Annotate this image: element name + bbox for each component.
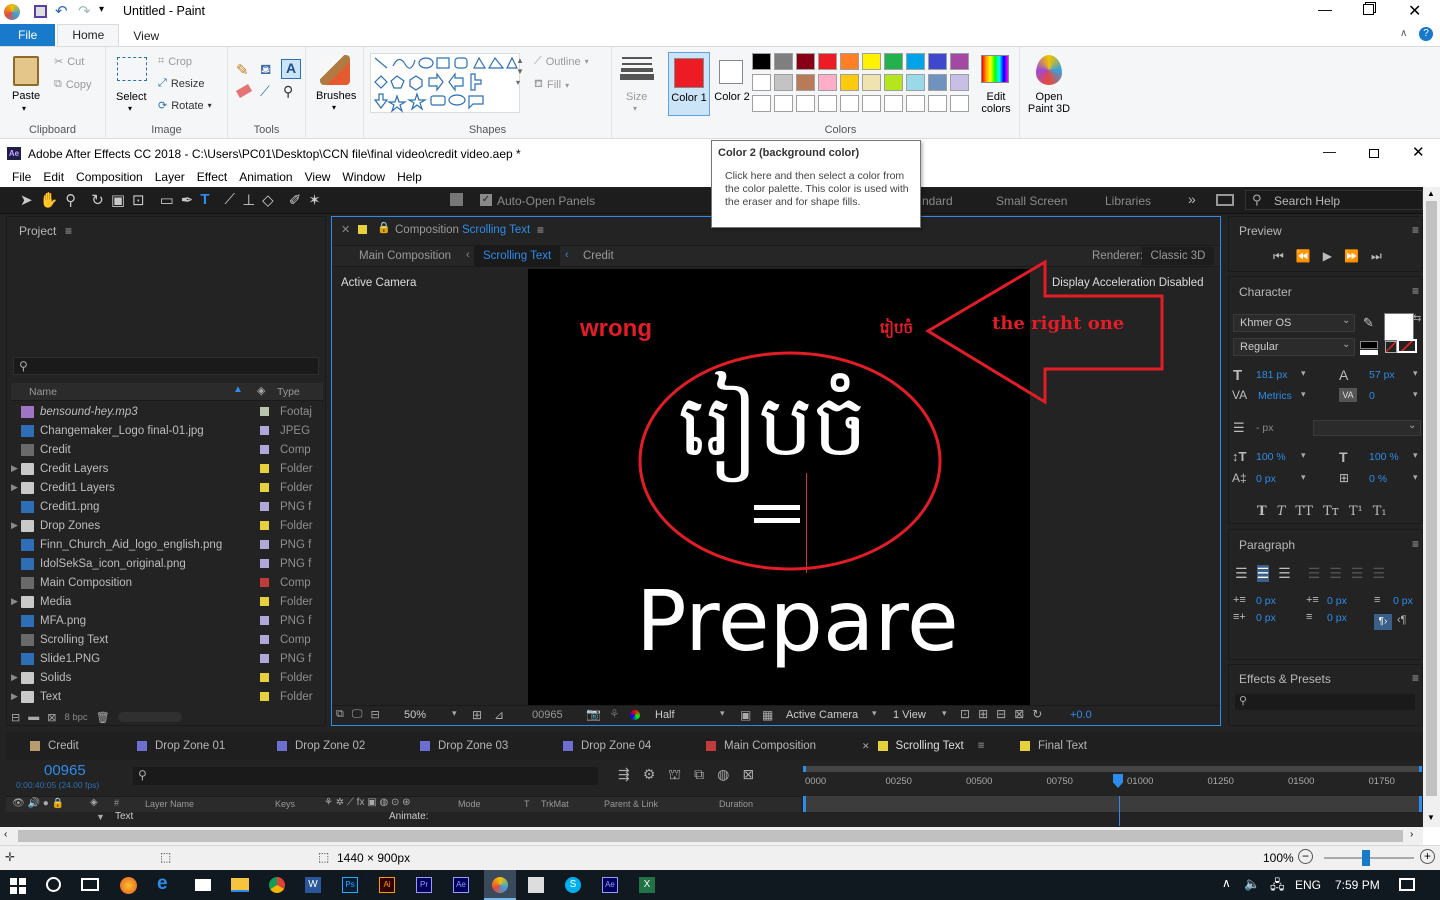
notifications-icon[interactable] bbox=[1399, 878, 1415, 891]
excel-icon[interactable]: X bbox=[639, 877, 655, 893]
timeline-tab-label: Drop Zone 01 bbox=[155, 740, 226, 752]
paint-taskbar-glyph bbox=[492, 877, 508, 893]
premiere-icon[interactable]: Pr bbox=[416, 877, 432, 893]
timeline-tab-label: Drop Zone 02 bbox=[295, 740, 366, 752]
timeline-tab[interactable]: Drop Zone 02 bbox=[277, 738, 365, 754]
timeline-tab-label: Main Composition bbox=[724, 740, 817, 752]
timeline-tab[interactable]: Drop Zone 01 bbox=[137, 738, 225, 754]
task-view-icon[interactable] bbox=[81, 878, 99, 891]
skype-icon[interactable]: S bbox=[565, 877, 581, 893]
tray-chevron-icon[interactable]: ∧ bbox=[1222, 876, 1231, 890]
tab-label-color bbox=[137, 741, 147, 751]
windows-taskbar: e W Ps Ai Pr Ae S Ae X ∧ 🔈 🖧 ENG 7:59 PM bbox=[0, 870, 1440, 900]
volume-icon[interactable]: 🔈 bbox=[1244, 876, 1260, 892]
tab-close-icon[interactable]: ✕ bbox=[862, 741, 870, 752]
timeline-tab-label: Scrolling Text bbox=[895, 740, 964, 752]
tab-menu-icon[interactable]: ≡ bbox=[978, 740, 985, 752]
chrome-icon[interactable] bbox=[269, 877, 285, 893]
tab-label-color bbox=[30, 741, 40, 751]
network-app-icon[interactable] bbox=[528, 877, 544, 893]
mail-icon[interactable] bbox=[195, 879, 211, 891]
tab-label-color bbox=[877, 741, 888, 751]
tab-label-color bbox=[420, 741, 430, 751]
cursor-position-icon: ✛ bbox=[5, 850, 16, 864]
after-effects-icon[interactable]: Ae bbox=[453, 877, 469, 893]
tab-label-color bbox=[1020, 741, 1030, 751]
timeline-tab-label: Credit bbox=[48, 740, 79, 752]
photoshop-icon[interactable]: Ps bbox=[342, 877, 358, 893]
timeline-tab-label: Drop Zone 04 bbox=[581, 740, 652, 752]
timeline-tab[interactable]: Final Text bbox=[1020, 738, 1087, 754]
timeline-tab[interactable]: ✕ Scrolling Text ≡ bbox=[862, 738, 985, 754]
cortana-icon[interactable] bbox=[46, 877, 61, 892]
zoom-level-label: 100% bbox=[1263, 851, 1294, 865]
zoom-in-icon[interactable]: + bbox=[1420, 849, 1435, 864]
word-icon[interactable]: W bbox=[305, 877, 321, 893]
timeline-tab[interactable]: Main Composition bbox=[706, 738, 816, 754]
after-effects-active-icon[interactable]: Ae bbox=[602, 877, 618, 893]
timeline-tab[interactable]: Drop Zone 03 bbox=[420, 738, 508, 754]
start-icon[interactable] bbox=[10, 878, 26, 894]
tab-label-color bbox=[706, 741, 716, 751]
tab-label-color bbox=[563, 741, 573, 751]
timeline-tab[interactable]: Credit bbox=[30, 738, 79, 754]
zoom-slider-thumb[interactable] bbox=[1362, 850, 1370, 866]
network-icon[interactable]: 🖧 bbox=[1270, 876, 1285, 898]
paint-status-bar: ✛ ⬚ ⬚ 1440 × 900px 100% − + bbox=[0, 845, 1440, 870]
language-indicator[interactable]: ENG bbox=[1295, 878, 1321, 892]
canvas-size-icon: ⬚ bbox=[318, 850, 330, 864]
firefox-icon[interactable] bbox=[120, 877, 137, 894]
canvas-size-label: 1440 × 900px bbox=[337, 851, 411, 865]
selection-size-icon: ⬚ bbox=[160, 850, 172, 864]
annotation-ellipse bbox=[638, 351, 942, 571]
tab-label-color bbox=[277, 741, 287, 751]
file-explorer-icon[interactable] bbox=[231, 878, 249, 892]
timeline-tab[interactable]: Drop Zone 04 bbox=[563, 738, 651, 754]
illustrator-icon[interactable]: Ai bbox=[379, 877, 395, 893]
timeline-tab-label: Final Text bbox=[1038, 740, 1088, 752]
timeline-tab-label: Drop Zone 03 bbox=[438, 740, 509, 752]
annotation-right-one: the right one bbox=[992, 313, 1125, 334]
clock[interactable]: 7:59 PM bbox=[1335, 878, 1380, 892]
annotation-overlay bbox=[638, 259, 1164, 571]
edge-icon[interactable]: e bbox=[157, 873, 168, 895]
zoom-out-icon[interactable]: − bbox=[1298, 849, 1313, 864]
